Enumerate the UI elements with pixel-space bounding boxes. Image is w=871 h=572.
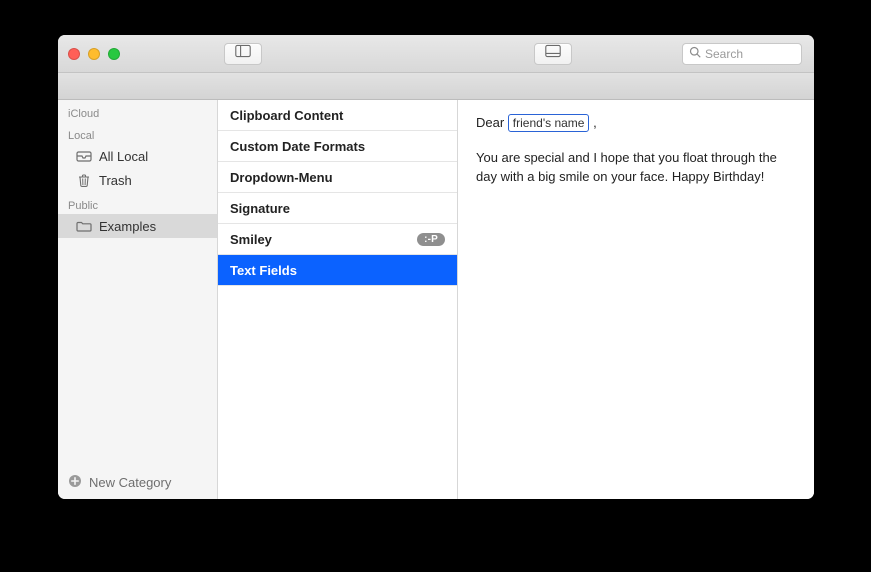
panel-icon: [545, 44, 561, 63]
zoom-window-button[interactable]: [108, 48, 120, 60]
toggle-panel-button[interactable]: [534, 43, 572, 65]
toggle-sidebar-button[interactable]: [224, 43, 262, 65]
list-item-label: Smiley: [230, 232, 272, 247]
search-icon: [689, 45, 701, 63]
sidebar-item-label: All Local: [99, 149, 148, 164]
sidebar-item-label: Trash: [99, 173, 132, 188]
tray-icon: [76, 149, 92, 163]
trash-icon: [76, 173, 92, 187]
text-field-token[interactable]: friend's name: [508, 114, 590, 132]
sidebar: iCloud Local All Local Trash Public Exam: [58, 100, 218, 499]
sidebar-section-local: Local: [58, 122, 217, 144]
sidebar-item-label: Examples: [99, 219, 156, 234]
snippet-list: Clipboard Content Custom Date Formats Dr…: [218, 100, 458, 499]
list-item-label: Custom Date Formats: [230, 139, 365, 154]
sidebar-icon: [235, 44, 251, 63]
list-item-label: Dropdown-Menu: [230, 170, 333, 185]
search-field[interactable]: [682, 43, 802, 65]
content-text: ,: [593, 115, 597, 130]
app-window: iCloud Local All Local Trash Public Exam: [58, 35, 814, 499]
list-item[interactable]: Dropdown-Menu: [218, 162, 457, 193]
sidebar-section-icloud: iCloud: [58, 100, 217, 122]
list-item-label: Signature: [230, 201, 290, 216]
titlebar: [58, 35, 814, 73]
list-item-label: Text Fields: [230, 263, 297, 278]
list-item[interactable]: Clipboard Content: [218, 100, 457, 131]
list-item[interactable]: Smiley :-P: [218, 224, 457, 255]
sidebar-item-examples[interactable]: Examples: [58, 214, 217, 238]
list-item[interactable]: Custom Date Formats: [218, 131, 457, 162]
content-text: Dear: [476, 115, 508, 130]
minimize-window-button[interactable]: [88, 48, 100, 60]
window-controls: [68, 48, 120, 60]
folder-icon: [76, 219, 92, 233]
list-item-label: Clipboard Content: [230, 108, 343, 123]
sidebar-section-public: Public: [58, 192, 217, 214]
toolbar-secondary: [58, 73, 814, 100]
close-window-button[interactable]: [68, 48, 80, 60]
content-greeting-line: Dear friend's name ,: [476, 114, 796, 133]
sidebar-item-trash[interactable]: Trash: [58, 168, 217, 192]
new-category-button[interactable]: New Category: [58, 466, 217, 499]
main-body: iCloud Local All Local Trash Public Exam: [58, 100, 814, 499]
sidebar-item-all-local[interactable]: All Local: [58, 144, 217, 168]
new-category-label: New Category: [89, 475, 171, 490]
list-item[interactable]: Text Fields: [218, 255, 457, 286]
abbreviation-badge: :-P: [417, 233, 445, 246]
list-item[interactable]: Signature: [218, 193, 457, 224]
content-body-text: You are special and I hope that you floa…: [476, 149, 796, 187]
plus-circle-icon: [68, 474, 82, 491]
snippet-content[interactable]: Dear friend's name , You are special and…: [458, 100, 814, 499]
search-input[interactable]: [705, 47, 814, 61]
